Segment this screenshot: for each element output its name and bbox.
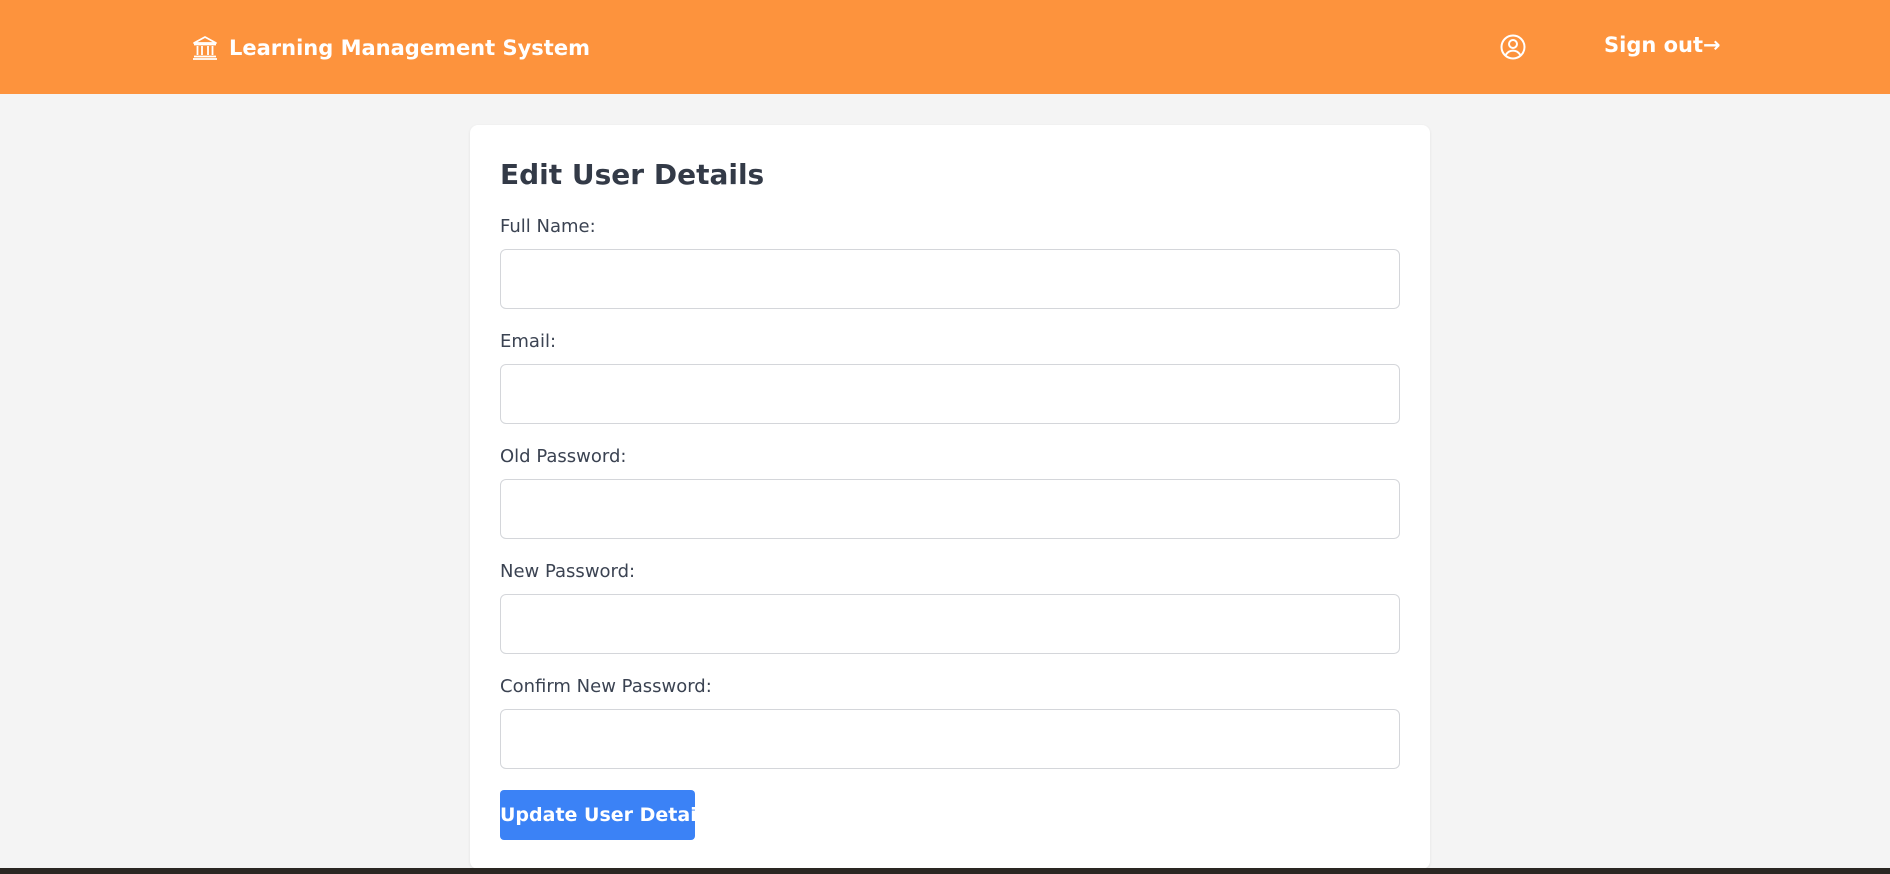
old-password-label: Old Password:	[500, 446, 627, 467]
old-password-input[interactable]	[500, 479, 1400, 539]
brand[interactable]: Learning Management System	[191, 30, 590, 66]
new-password-field-group: New Password:	[500, 560, 1400, 654]
confirm-password-field-group: Confirm New Password:	[500, 675, 1400, 769]
confirm-password-input[interactable]	[500, 709, 1400, 769]
new-password-input[interactable]	[500, 594, 1400, 654]
new-password-label: New Password:	[500, 561, 636, 582]
old-password-field-group: Old Password:	[500, 445, 1400, 539]
edit-user-card: Edit User Details Full Name: Email: Old …	[470, 125, 1430, 869]
sign-out-link[interactable]: Sign out→	[1604, 33, 1721, 57]
full-name-label: Full Name:	[500, 216, 596, 237]
full-name-input[interactable]	[500, 249, 1400, 309]
top-navbar: Learning Management System Sign out→	[0, 0, 1890, 94]
confirm-password-label: Confirm New Password:	[500, 676, 712, 697]
bank-building-icon	[191, 34, 219, 62]
full-name-field-group: Full Name:	[500, 215, 1400, 309]
email-field-group: Email:	[500, 330, 1400, 424]
update-user-details-button[interactable]: Update User Details	[500, 790, 715, 840]
user-circle-icon[interactable]	[1499, 33, 1527, 61]
bottom-edge	[0, 868, 1890, 874]
email-input[interactable]	[500, 364, 1400, 424]
app-title: Learning Management System	[229, 36, 590, 60]
page-title: Edit User Details	[500, 158, 765, 191]
email-label: Email:	[500, 331, 557, 352]
